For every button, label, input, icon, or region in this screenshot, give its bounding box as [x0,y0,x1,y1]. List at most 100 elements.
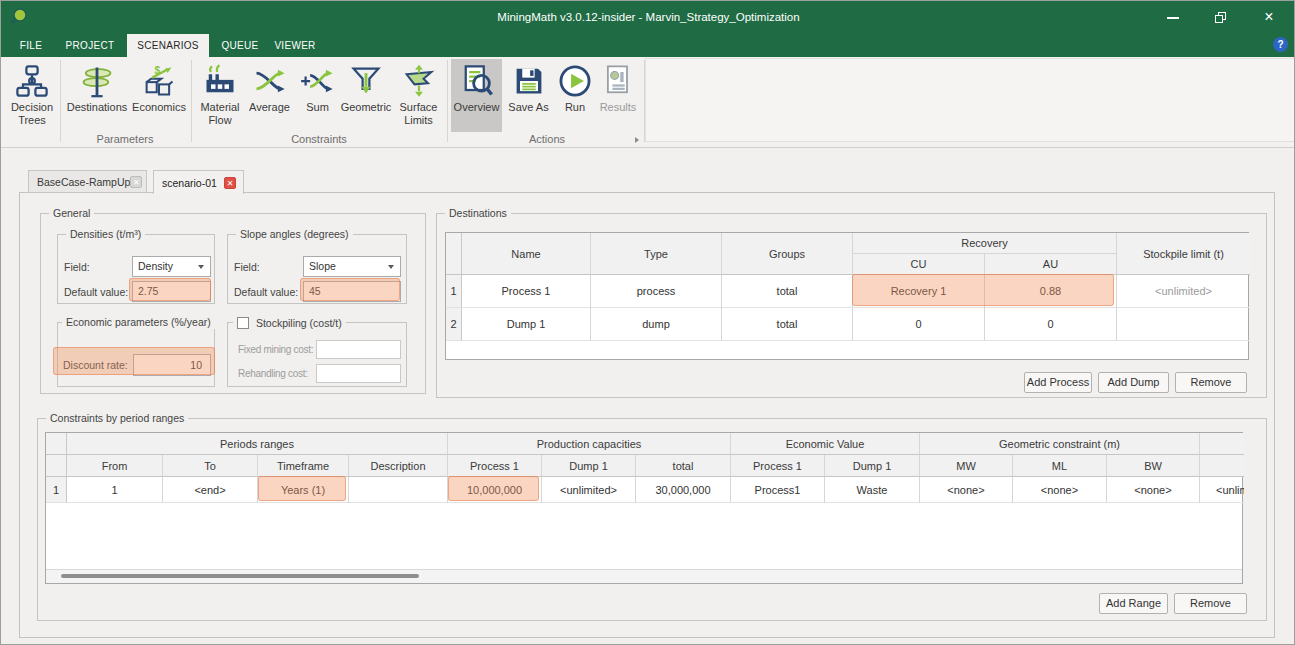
rehandling-cost-input[interactable] [316,364,401,383]
doc-tab-basecase[interactable]: BaseCase-RampUp✕ [28,170,147,193]
col-header-groups: Groups [722,233,853,275]
tab-close-icon[interactable]: ✕ [130,176,142,188]
ribbon-button-label: Geometric [341,101,392,114]
minimize-button[interactable] [1153,1,1193,34]
row-number-header [446,233,462,275]
doc-tab-scenario01[interactable]: scenario-01 ✕ [153,170,244,194]
ribbon-group-actions: Actions [487,133,607,145]
close-button[interactable]: × [1249,1,1289,34]
add-range-button[interactable]: Add Range [1099,593,1168,614]
col-header-timeframe: Timeframe [258,455,349,477]
title-bar: MiningMath v3.0.12-insider - Marvin_Stra… [1,1,1295,34]
cell-cu[interactable]: 0 [853,308,985,341]
ribbon-empty-area [645,58,1295,142]
tab-viewer[interactable]: VIEWER [269,34,321,57]
cell-stockpile[interactable] [1117,308,1250,341]
constraints-table: Periods ranges Production capacities Eco… [45,432,1243,584]
ribbon-button-label: Decision Trees [7,101,57,126]
cell-type[interactable]: process [591,275,722,308]
highlight-slope-default [300,278,400,301]
col-header-process1: Process 1 [448,455,542,477]
ribbon-button-average[interactable]: Average [247,59,292,114]
remove-button[interactable]: Remove [1174,593,1247,614]
ribbon-button-material-flow[interactable]: Material Flow [196,59,244,126]
horizontal-scrollbar[interactable] [46,569,1242,583]
row-number: 1 [46,477,67,503]
economics-icon: $ [141,63,177,99]
add-process-button[interactable]: Add Process [1024,372,1092,393]
cell-ev-dump1[interactable]: Waste [825,477,920,503]
col-header-au: AU [985,254,1116,274]
ribbon-button-economics[interactable]: $ Economics [132,59,186,114]
sum-icon [300,63,336,99]
ribbon-button-results[interactable]: Results [596,59,640,114]
restore-button[interactable] [1201,1,1241,34]
add-dump-button[interactable]: Add Dump [1098,372,1169,393]
cell-overflow[interactable]: <unlimited> [1200,477,1244,503]
tab-scenarios[interactable]: SCENARIOS [127,34,209,57]
ribbon-button-label: Economics [132,101,186,114]
scrollbar-thumb[interactable] [61,574,419,578]
remove-button[interactable]: Remove [1175,372,1247,393]
help-icon[interactable]: ? [1273,37,1288,52]
cell-name[interactable]: Process 1 [462,275,591,308]
group-header-blank [1200,433,1244,455]
ribbon-button-label: Overview [454,101,500,114]
col-header-type: Type [591,233,722,275]
cell-au[interactable]: 0 [985,308,1117,341]
tab-project[interactable]: PROJECT [61,34,119,57]
col-header-from: From [67,455,163,477]
ribbon-separator [644,60,645,142]
col-header-to: To [163,455,258,477]
ribbon-button-decision-trees[interactable]: Decision Trees [7,59,57,126]
ribbon-button-save-as[interactable]: Save As [505,59,552,114]
col-header-stockpile: Stockpile limit (t) [1117,233,1250,275]
fixed-mining-cost-input[interactable] [316,340,401,359]
ribbon-button-label: Save As [508,101,548,114]
density-field-select[interactable]: Density [132,256,211,277]
cell-ml[interactable]: <none> [1013,477,1107,503]
constraints-group-title: Constraints by period ranges [46,412,188,425]
col-header-blank [1200,455,1244,477]
table-row[interactable]: 2 Dump 1 dump total 0 0 [446,308,1248,341]
ribbon-button-surface-limits[interactable]: Surface Limits [395,59,442,126]
col-header-cu: CU [853,254,985,274]
stockpiling-checkbox[interactable] [237,317,249,329]
group-header-periods: Periods ranges [67,433,448,455]
group-expand-icon[interactable] [635,137,639,143]
tab-close-icon[interactable]: ✕ [224,177,236,189]
col-header-name: Name [462,233,591,275]
cell-groups[interactable]: total [722,308,853,341]
ribbon-button-label: Material Flow [196,101,244,126]
cell-groups[interactable]: total [722,275,853,308]
ribbon-button-label: Results [600,101,637,114]
cell-name[interactable]: Dump 1 [462,308,591,341]
ribbon-button-run[interactable]: Run [557,59,593,114]
ribbon-button-geometric[interactable]: Geometric [340,59,392,114]
cell-bw[interactable]: <none> [1107,477,1200,503]
table-row[interactable]: 1 1 <end> Years (1) 10,000,000 <unlimite… [46,477,1242,503]
cell-stockpile[interactable]: <unlimited> [1117,275,1250,308]
cell-ev-process1[interactable]: Process1 [731,477,825,503]
cell-description[interactable] [349,477,448,503]
cell-total[interactable]: 30,000,000 [636,477,731,503]
ribbon-button-destinations[interactable]: Destinations [64,59,130,114]
tab-file[interactable]: FILE [11,34,51,57]
cell-dump1[interactable]: <unlimited> [542,477,636,503]
cell-to[interactable]: <end> [163,477,258,503]
table-row[interactable]: 1 Process 1 process total Recovery 1 0.8… [446,275,1248,308]
doc-tab-label: scenario-01 [162,177,217,189]
row-number: 2 [446,308,462,341]
tab-queue[interactable]: QUEUE [215,34,265,57]
ribbon-button-overview[interactable]: Overview [451,59,502,132]
stockpiling-group: Stockpiling (cost/t) Fixed mining cost: … [227,322,407,387]
highlight-capacity-cell [448,476,539,501]
ribbon-button-sum[interactable]: Sum [298,59,337,114]
densities-group-title: Densities (t/m³) [66,228,145,241]
cell-mw[interactable]: <none> [920,477,1013,503]
cell-type[interactable]: dump [591,308,722,341]
slope-field-select[interactable]: Slope [303,256,401,277]
col-header-bw: BW [1107,455,1200,477]
cell-from[interactable]: 1 [67,477,163,503]
highlight-recovery-cells [852,274,1114,306]
